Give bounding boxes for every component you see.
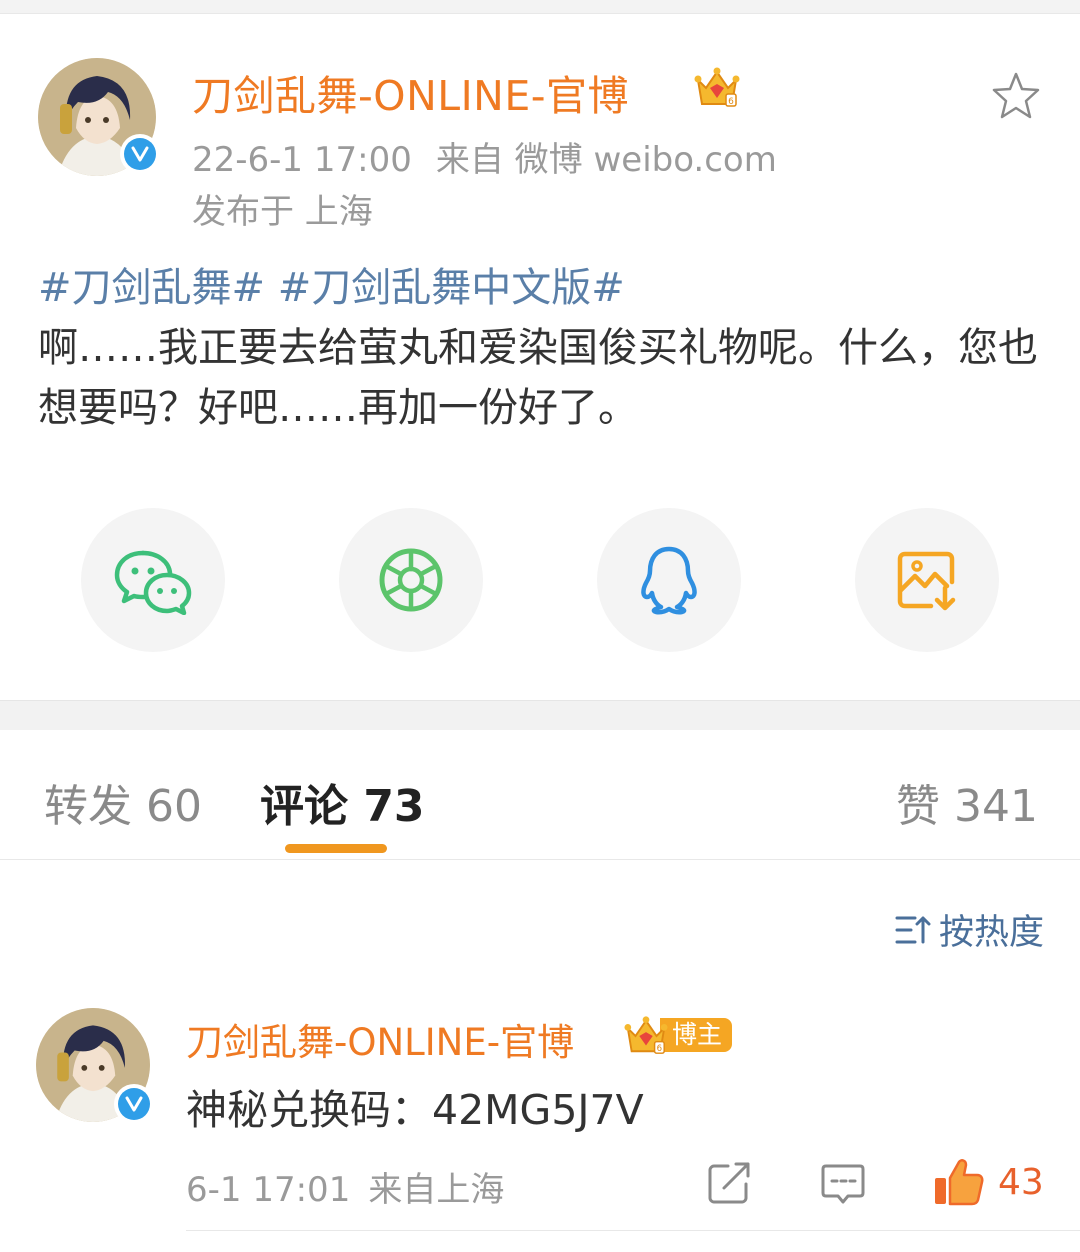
like-thumb-icon[interactable]: [932, 1156, 984, 1208]
author-avatar[interactable]: [38, 58, 160, 176]
verified-badge-icon: [114, 1084, 154, 1124]
save-image-icon: [897, 551, 956, 611]
sort-by-hot-button[interactable]: 按热度: [895, 904, 1044, 955]
like-count: 43: [998, 1162, 1044, 1203]
qq-icon: [641, 546, 697, 615]
comment-source: 来自上海: [368, 1170, 505, 1210]
author-name[interactable]: 刀剑乱舞-ONLINE-官博: [192, 62, 629, 122]
share-qq-button[interactable]: [597, 508, 741, 652]
tab-likes[interactable]: 赞 341: [896, 770, 1038, 834]
comment-time: 6-1 17:01: [186, 1170, 351, 1210]
svg-text:6: 6: [657, 1044, 662, 1054]
post-source: 来自 微博 weibo.com: [435, 140, 777, 180]
reply-comment-icon[interactable]: [820, 1160, 866, 1206]
comment-meta: 6-1 17:01 来自上海: [186, 1162, 504, 1211]
verified-badge-icon: [120, 134, 160, 174]
post-body: #刀剑乱舞# #刀剑乱舞中文版# 啊……我正要去给萤丸和爱染国俊买礼物呢。什么，…: [38, 258, 1048, 438]
sort-icon: [895, 916, 931, 943]
vip-crown-icon: 6: [694, 67, 740, 107]
svg-text:6: 6: [728, 97, 734, 107]
vip-crown-icon: 6: [624, 1016, 668, 1054]
section-divider: [0, 700, 1080, 730]
hashtag-line: #刀剑乱舞# #刀剑乱舞中文版#: [38, 258, 1048, 318]
post-text: 啊……我正要去给萤丸和爱染国俊买礼物呢。什么，您也想要吗？好吧……再加一份好了。: [38, 325, 1038, 431]
post-meta: 22-6-1 17:00 来自 微博 weibo.com: [192, 132, 777, 181]
post-location: 发布于 上海: [192, 192, 373, 232]
repost-comment-icon[interactable]: [706, 1160, 752, 1206]
comment-text: 神秘兑换码：42MG5J7V: [186, 1086, 644, 1134]
hashtag-link[interactable]: #刀剑乱舞#: [38, 265, 265, 311]
commenter-avatar[interactable]: [36, 1008, 154, 1124]
favorite-star-icon[interactable]: [990, 70, 1042, 122]
comment-divider: [186, 1230, 1080, 1231]
moments-icon: [379, 548, 443, 612]
top-edge: [0, 0, 1080, 14]
commenter-name[interactable]: 刀剑乱舞-ONLINE-官博: [186, 1012, 574, 1066]
share-moments-button[interactable]: [339, 508, 483, 652]
sort-label: 按热度: [938, 913, 1044, 953]
save-image-button[interactable]: [855, 508, 999, 652]
wechat-icon: [114, 550, 192, 615]
share-wechat-button[interactable]: [81, 508, 225, 652]
tab-comments[interactable]: 评论 73: [260, 770, 425, 834]
author-badge: 博主: [660, 1018, 733, 1052]
tab-underline: [0, 859, 1080, 860]
tab-repost[interactable]: 转发 60: [44, 770, 202, 834]
active-tab-indicator: [285, 844, 387, 853]
post-time: 22-6-1 17:00: [192, 140, 412, 180]
hashtag-link[interactable]: #刀剑乱舞中文版#: [278, 265, 625, 311]
